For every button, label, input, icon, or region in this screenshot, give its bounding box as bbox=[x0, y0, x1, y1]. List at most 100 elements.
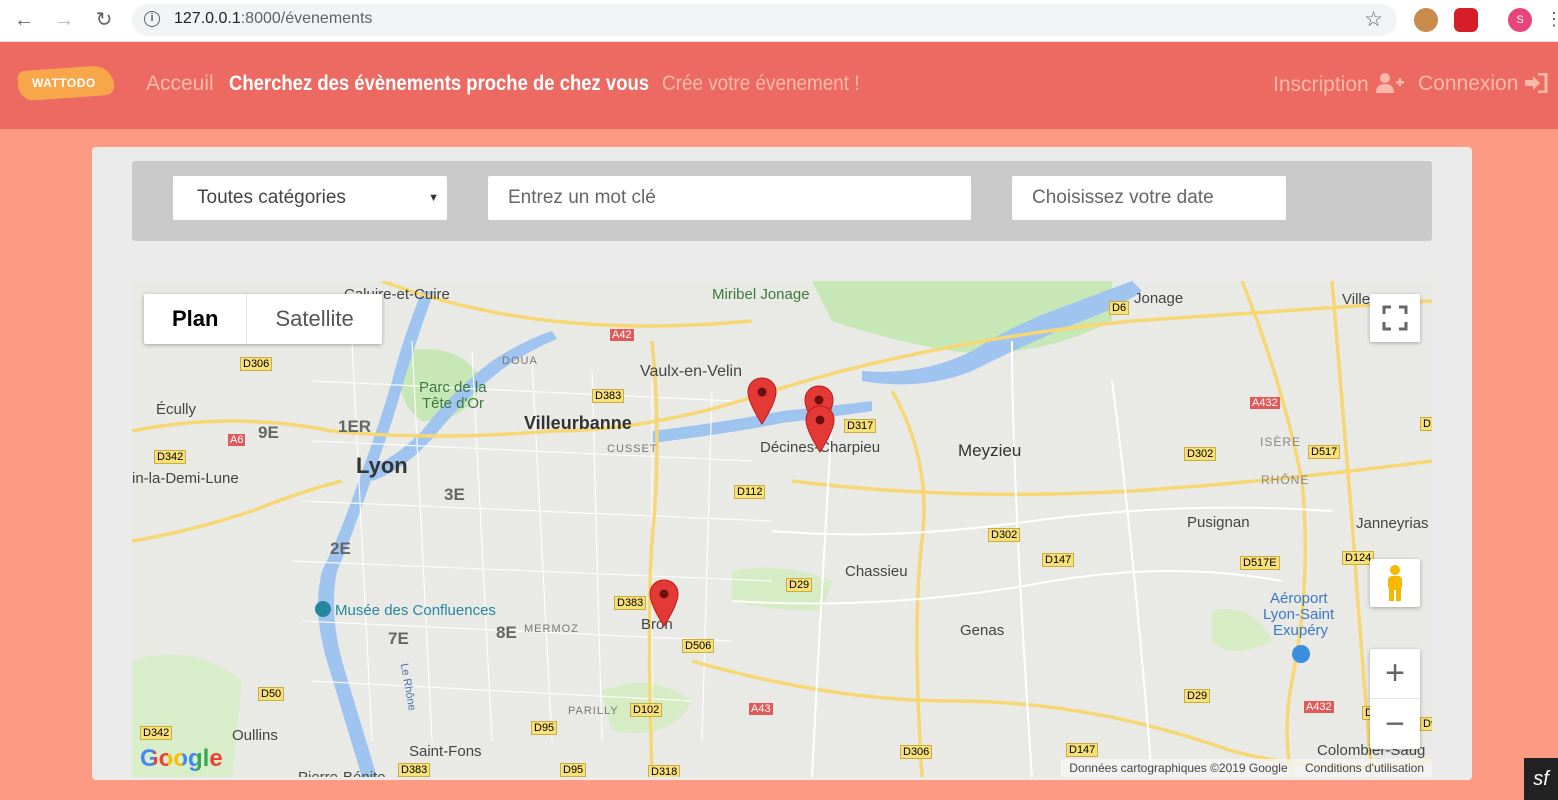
road-shield: D383 bbox=[398, 763, 431, 777]
place-label: Miribel Jonage bbox=[712, 286, 810, 303]
url-host: 127.0.0.1 bbox=[174, 10, 241, 27]
road-shield: D102 bbox=[630, 703, 663, 717]
site-navbar: WATTODO Acceuil Cherchez des évènements … bbox=[0, 42, 1558, 129]
road-shield: D29 bbox=[1184, 689, 1211, 703]
place-label: PARILLY bbox=[568, 705, 619, 717]
reload-icon[interactable]: ↻ bbox=[90, 7, 118, 33]
place-label: 1ER bbox=[338, 417, 372, 436]
place-label: Tête d'Or bbox=[422, 395, 485, 412]
place-label: Ville bbox=[1342, 291, 1371, 308]
nav-connexion[interactable]: Connexion bbox=[1418, 72, 1548, 96]
map-place-labels: Caluire-et-Cuire Miribel Jonage Jonage V… bbox=[132, 281, 1432, 777]
info-icon[interactable]: i bbox=[144, 11, 160, 27]
adblock-extension-icon[interactable] bbox=[1454, 8, 1478, 32]
event-marker[interactable] bbox=[649, 579, 679, 627]
fullscreen-button[interactable] bbox=[1370, 294, 1420, 342]
place-label: Jonage bbox=[1134, 290, 1184, 307]
place-label: Musée des Confluences bbox=[315, 601, 496, 619]
zoom-control: + − bbox=[1370, 649, 1420, 749]
place-label: Genas bbox=[960, 622, 1005, 639]
bookmark-star-icon[interactable]: ☆ bbox=[1364, 7, 1383, 32]
road-shield: D383 bbox=[614, 596, 647, 610]
road-shield: D506 bbox=[682, 639, 715, 653]
url-path: :8000/évenements bbox=[240, 10, 373, 27]
place-label: Le Rhône bbox=[397, 662, 418, 712]
road-shield: D318 bbox=[648, 765, 681, 777]
date-input[interactable] bbox=[1012, 176, 1286, 220]
nav-link-search-events[interactable]: Cherchez des évènements proche de chez v… bbox=[229, 72, 649, 96]
forward-arrow-icon[interactable]: → bbox=[50, 7, 78, 33]
place-label: CUSSET bbox=[607, 443, 658, 455]
road-shield: D95 bbox=[560, 763, 587, 777]
symfony-debug-toolbar-icon[interactable]: sf bbox=[1524, 758, 1558, 800]
filter-bar: Toutes catégories ▼ bbox=[132, 161, 1432, 241]
google-logo[interactable]: Google bbox=[140, 745, 223, 773]
map-data-credit: Données cartographiques ©2019 Google bbox=[1069, 761, 1288, 775]
sign-in-icon bbox=[1525, 72, 1548, 94]
place-label: MERMOZ bbox=[524, 623, 579, 635]
road-shield: D302 bbox=[1184, 447, 1217, 461]
map-attribution: Données cartographiques ©2019 Google Con… bbox=[1061, 759, 1432, 777]
cookie-extension-icon[interactable] bbox=[1414, 8, 1438, 32]
nav-link-create-event[interactable]: Crée votre évenement ! bbox=[662, 72, 860, 96]
back-arrow-icon[interactable]: ← bbox=[10, 7, 38, 33]
nav-link-accueil[interactable]: Acceuil bbox=[146, 72, 214, 96]
url-text[interactable]: 127.0.0.1:8000/évenements bbox=[174, 10, 372, 28]
browser-menu-icon[interactable]: ⋮ bbox=[1545, 9, 1558, 30]
browser-toolbar: ← → ↻ i 127.0.0.1:8000/évenements ☆ S ⋮ bbox=[0, 0, 1558, 42]
place-label: Pierre-Bénite bbox=[298, 769, 386, 777]
logo-text: WATTODO bbox=[32, 76, 96, 90]
road-shield: D50 bbox=[258, 687, 285, 701]
road-shield: A432 bbox=[1250, 397, 1280, 409]
street-view-pegman[interactable] bbox=[1370, 559, 1420, 607]
place-label: Janneyrias bbox=[1356, 515, 1429, 532]
place-label: Meyzieu bbox=[958, 441, 1022, 460]
road-shield: D29 bbox=[786, 578, 813, 592]
road-shield: D517E bbox=[1240, 556, 1280, 570]
road-shield: D6 bbox=[1109, 301, 1130, 315]
road-shield: D342 bbox=[140, 726, 173, 740]
road-shield: D517 bbox=[1308, 445, 1341, 459]
user-plus-icon bbox=[1375, 73, 1404, 93]
place-label: Pusignan bbox=[1187, 514, 1250, 531]
road-shield: D147 bbox=[1042, 553, 1075, 567]
events-search-card: Toutes catégories ▼ Entrez un mot clé Ch… bbox=[92, 147, 1472, 780]
road-shield: D383 bbox=[592, 389, 625, 403]
place-label: 2E bbox=[330, 539, 351, 558]
address-bar[interactable]: i 127.0.0.1:8000/évenements ☆ bbox=[132, 4, 1397, 36]
event-marker[interactable] bbox=[747, 377, 777, 425]
connexion-label: Connexion bbox=[1418, 72, 1519, 95]
road-shield: A6 bbox=[228, 434, 246, 446]
place-label: ISÈRE bbox=[1260, 435, 1302, 449]
wattodo-logo[interactable]: WATTODO bbox=[17, 64, 115, 104]
place-label: 7E bbox=[388, 629, 409, 648]
zoom-in-button[interactable]: + bbox=[1370, 649, 1420, 699]
road-shield: D342 bbox=[154, 450, 187, 464]
map-type-satellite[interactable]: Satellite bbox=[247, 294, 381, 344]
road-shield: D9 bbox=[1420, 717, 1432, 731]
road-shield: D112 bbox=[734, 485, 766, 499]
road-shield: D95 bbox=[531, 721, 558, 735]
event-marker[interactable] bbox=[805, 405, 835, 453]
place-label: 9E bbox=[258, 423, 279, 442]
place-label: 3E bbox=[444, 485, 465, 504]
road-shield: A42 bbox=[610, 329, 634, 341]
profile-avatar[interactable]: S bbox=[1508, 8, 1532, 32]
place-label: Villeurbanne bbox=[524, 413, 632, 433]
events-map[interactable]: Caluire-et-Cuire Miribel Jonage Jonage V… bbox=[132, 281, 1432, 777]
zoom-out-button[interactable]: − bbox=[1370, 699, 1420, 749]
place-label: Aéroport bbox=[1270, 590, 1328, 607]
map-type-plan[interactable]: Plan bbox=[144, 294, 248, 344]
place-label: DOUA bbox=[502, 355, 538, 367]
category-select[interactable]: Toutes catégories ▼ bbox=[173, 176, 447, 220]
road-shield: A432 bbox=[1304, 701, 1334, 713]
google-logo-text: Google bbox=[140, 745, 223, 772]
place-label: Lyon-Saint bbox=[1263, 606, 1335, 623]
road-shield: D306 bbox=[900, 745, 933, 759]
place-label: in-la-Demi-Lune bbox=[132, 470, 239, 487]
keyword-input[interactable] bbox=[488, 176, 971, 220]
dropdown-caret-icon: ▼ bbox=[428, 192, 439, 204]
museum-icon bbox=[315, 601, 331, 617]
nav-inscription[interactable]: Inscription bbox=[1273, 72, 1405, 97]
map-terms-link[interactable]: Conditions d'utilisation bbox=[1305, 761, 1424, 775]
